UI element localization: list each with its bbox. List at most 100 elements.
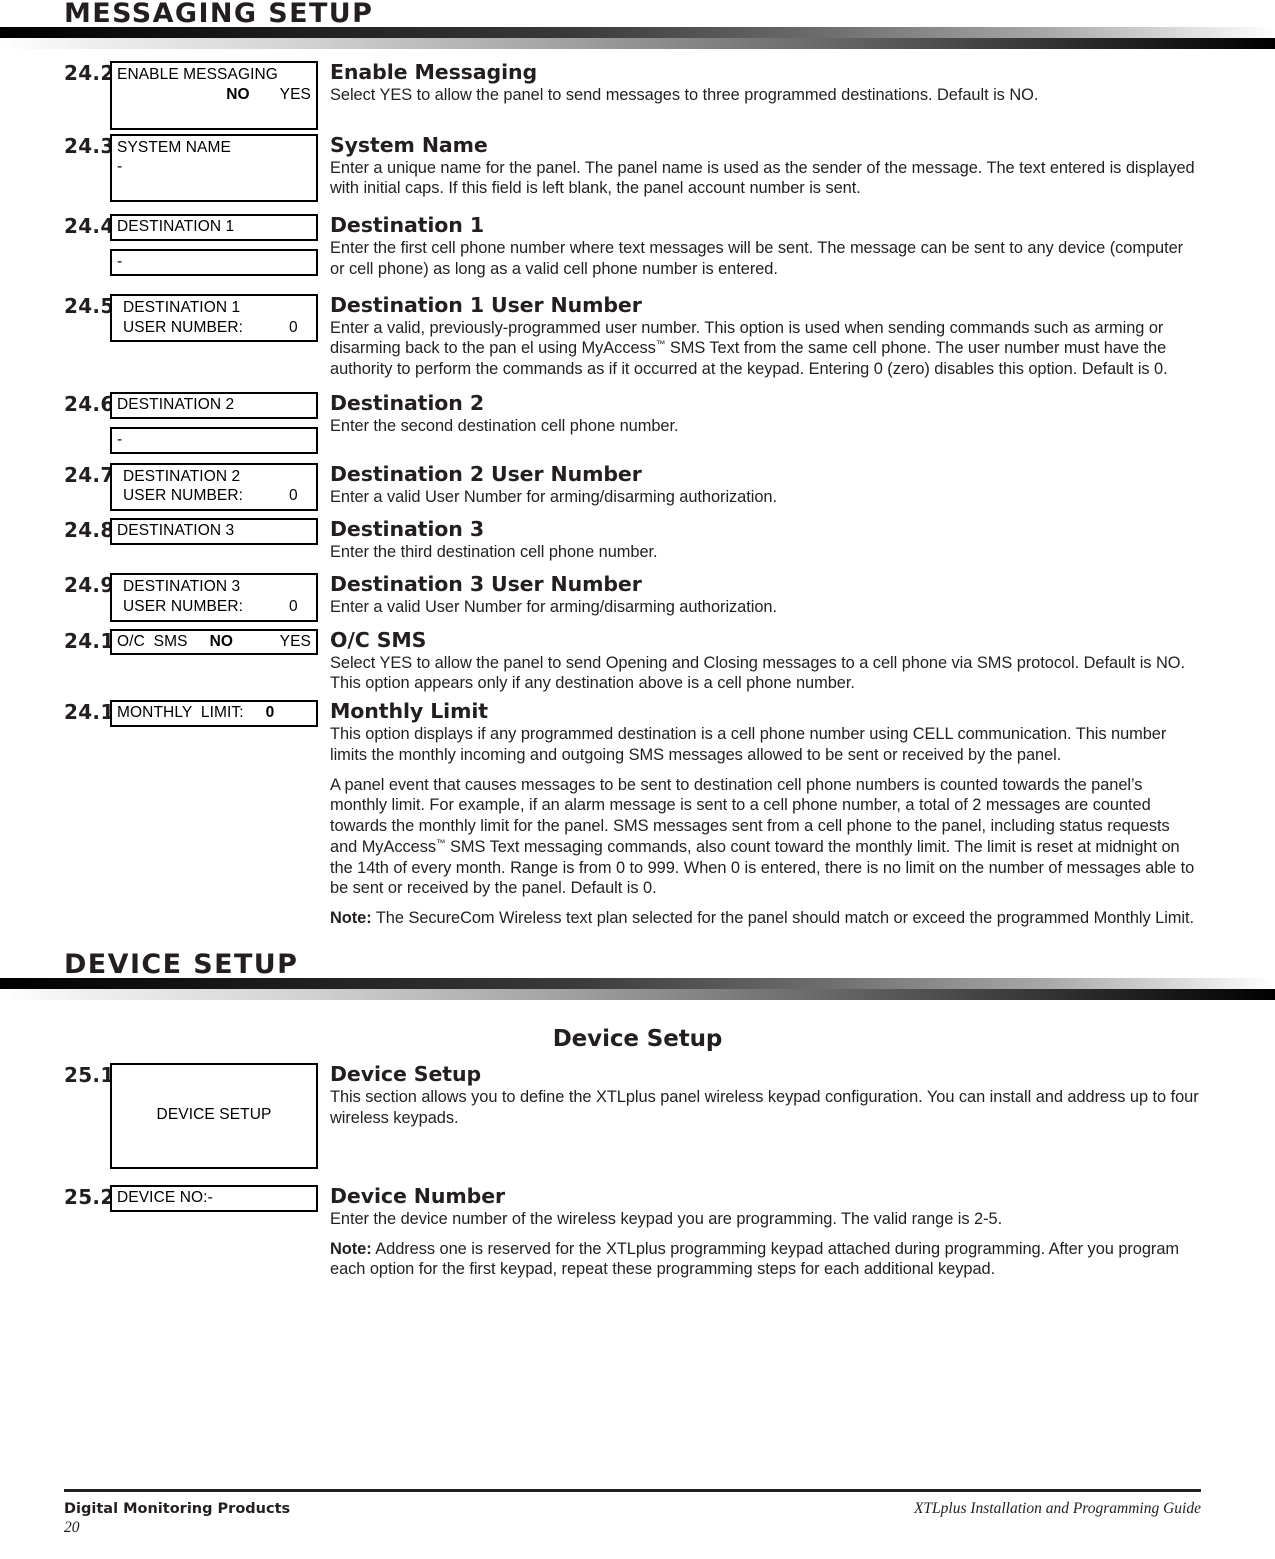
lcd-display-device-setup[interactable]: DEVICE SETUP [110, 1062, 318, 1169]
section-heading: Device Setup [330, 1061, 482, 1086]
section-heading: Device Number [330, 1183, 506, 1208]
lcd-gap [244, 703, 266, 723]
step-number: 24.8 [64, 518, 115, 543]
step-lcd-column: DEVICE SETUP [110, 1062, 330, 1169]
lcd-display-destination-2-user-number[interactable]: DESTINATION 2 USER NUMBER: 0 [110, 462, 318, 512]
step-number: 24.4 [64, 214, 115, 239]
step-number: 24.2 [64, 61, 115, 85]
lcd-value[interactable]: 0 [289, 597, 298, 617]
lcd-value[interactable]: 0 [289, 318, 298, 338]
section-note: Note: The SecureCom Wireless text plan s… [330, 908, 1201, 929]
lcd-display-enable-messaging[interactable]: ENABLE MESSAGING NO YES [110, 61, 318, 130]
section-heading: Destination 3 [330, 517, 484, 542]
step-row-24-9: 24.9 DESTINATION 3 USER NUMBER: 0 Destina… [0, 573, 1275, 622]
step-number: 24.3 [64, 133, 115, 158]
section-paragraph: A panel event that causes messages to be… [330, 775, 1195, 898]
lcd-line-1: SYSTEM NAME [117, 138, 311, 158]
lcd-display-system-name[interactable]: SYSTEM NAME - [110, 133, 318, 203]
lcd-option-yes[interactable]: YES [280, 632, 311, 652]
lcd-display-destination-3-label[interactable]: DESTINATION 3 [110, 518, 318, 546]
step-number: 24.9 [64, 572, 115, 597]
lcd-line-2: NO YES [117, 85, 311, 105]
step-body: Destination 2 Enter the second destinati… [330, 392, 1275, 437]
lcd-line-1: DEVICE NO:- [117, 1188, 311, 1208]
step-lcd-column: DESTINATION 2 - [110, 391, 330, 454]
section-heading: Destination 1 [330, 213, 484, 238]
step-row-24-8: 24.8 DESTINATION 3 Destination 3 Enter t… [0, 518, 1275, 563]
section-heading: Enable Messaging [330, 60, 538, 84]
messaging-setup-title: MESSAGING SETUP [64, 0, 374, 29]
note-label: Note: [330, 909, 372, 928]
lcd-value[interactable]: - [117, 430, 122, 450]
footer-guide-title: XTLplus Installation and Programming Gui… [913, 1500, 1201, 1517]
lcd-display-destination-2-value[interactable]: - [110, 426, 318, 454]
lcd-display-destination-1-label[interactable]: DESTINATION 1 [110, 214, 318, 242]
section-paragraph: Enter the first cell phone number where … [330, 239, 1184, 279]
lcd-value[interactable]: - [117, 157, 122, 177]
step-number: 24.11 [64, 700, 129, 725]
step-row-24-3: 24.3 SYSTEM NAME - System Name Enter a u… [0, 133, 1275, 203]
lcd-option-no[interactable]: NO [210, 632, 233, 652]
lcd-label: USER NUMBER: [123, 597, 244, 615]
step-number: 25.2 [64, 1184, 115, 1209]
lcd-blank-line [117, 105, 311, 125]
lcd-display-destination-2-label[interactable]: DESTINATION 2 [110, 391, 318, 419]
step-lcd-column: ENABLE MESSAGING NO YES [110, 61, 330, 130]
step-body: Enable Messaging Select YES to allow the… [330, 61, 1275, 106]
step-body: O/C SMS Select YES to allow the panel to… [330, 628, 1275, 694]
step-lcd-column: DESTINATION 1 - [110, 214, 330, 276]
step-body: System Name Enter a unique name for the … [330, 133, 1275, 199]
lcd-display-destination-3-user-number[interactable]: DESTINATION 3 USER NUMBER: 0 [110, 572, 318, 622]
step-number: 24.7 [64, 462, 115, 487]
lcd-line-1: - [117, 252, 311, 272]
step-lcd-column: DESTINATION 1 USER NUMBER: 0 [110, 293, 330, 343]
device-setup-centered-heading: Device Setup [552, 1025, 723, 1052]
note-text: The SecureCom Wireless text plan selecte… [371, 909, 1195, 928]
banner-bar-light [0, 38, 1275, 49]
step-body: Destination 1 Enter the first cell phone… [330, 214, 1275, 279]
lcd-option-yes[interactable]: YES [280, 85, 311, 105]
step-row-25-2: 25.2 DEVICE NO:- Device Number Enter the… [0, 1183, 1275, 1280]
step-lcd-column: SYSTEM NAME - [110, 133, 330, 203]
lcd-gap [243, 318, 289, 338]
step-row-24-5: 24.5 DESTINATION 1 USER NUMBER: 0 Destina… [0, 293, 1275, 380]
lcd-display-device-number[interactable]: DEVICE NO:- [110, 1184, 318, 1212]
step-lcd-column: DESTINATION 3 USER NUMBER: 0 [110, 572, 330, 622]
lcd-value[interactable]: 0 [266, 703, 275, 723]
device-setup-banner: DEVICE SETUP [0, 951, 1275, 1000]
section-heading: Destination 3 User Number [330, 571, 642, 596]
section-paragraph: Enter a unique name for the panel. The p… [330, 158, 1195, 198]
lcd-display-destination-1-user-number[interactable]: DESTINATION 1 USER NUMBER: 0 [110, 293, 318, 343]
step-row-25-1: 25.1 DEVICE SETUP Device Setup This sect… [0, 1061, 1275, 1169]
section-paragraph: Select YES to allow the panel to send Op… [330, 653, 1185, 693]
lcd-text[interactable]: DEVICE NO:- [117, 1188, 213, 1208]
step-body: Destination 3 User Number Enter a valid … [330, 573, 1275, 618]
lcd-line-2: USER NUMBER: 0 [117, 486, 311, 506]
step-row-24-2: 24.2 ENABLE MESSAGING NO YES Enable Messa… [0, 61, 1275, 130]
lcd-display-oc-sms[interactable]: O/C SMS NO YES [110, 628, 318, 656]
section-paragraph: Enter the device number of the wireless … [330, 1209, 1003, 1228]
lcd-line-1: DESTINATION 1 [117, 298, 311, 318]
lcd-text: DESTINATION 3 [123, 577, 241, 595]
lcd-label: USER NUMBER: [123, 487, 244, 505]
lcd-gap [250, 85, 280, 105]
lcd-gap [188, 632, 210, 652]
step-body: Destination 1 User Number Enter a valid,… [330, 293, 1275, 380]
footer-company-name: Digital Monitoring Products [64, 1501, 291, 1517]
section-paragraph: Enter the second destination cell phone … [330, 416, 679, 435]
lcd-line-1: DEVICE SETUP [117, 1066, 311, 1165]
section-paragraph: Select YES to allow the panel to send me… [330, 85, 1039, 104]
lcd-line-1: - [117, 430, 311, 450]
lcd-value[interactable]: - [117, 252, 122, 272]
lcd-option-no[interactable]: NO [226, 85, 249, 105]
lcd-value[interactable]: 0 [289, 486, 298, 506]
step-lcd-column: DEVICE NO:- [110, 1184, 330, 1212]
lcd-line-2: USER NUMBER: 0 [117, 597, 311, 617]
lcd-line-1: DESTINATION 3 [117, 521, 311, 541]
lcd-line-1: DESTINATION 2 [117, 395, 311, 415]
step-lcd-column: MONTHLY LIMIT: 0 [110, 700, 330, 727]
messaging-steps-list: 24.2 ENABLE MESSAGING NO YES Enable Messa… [0, 49, 1275, 929]
lcd-display-destination-1-value[interactable]: - [110, 249, 318, 276]
lcd-display-monthly-limit[interactable]: MONTHLY LIMIT: 0 [110, 700, 318, 727]
section-paragraph: This section allows you to define the XT… [330, 1087, 1199, 1127]
